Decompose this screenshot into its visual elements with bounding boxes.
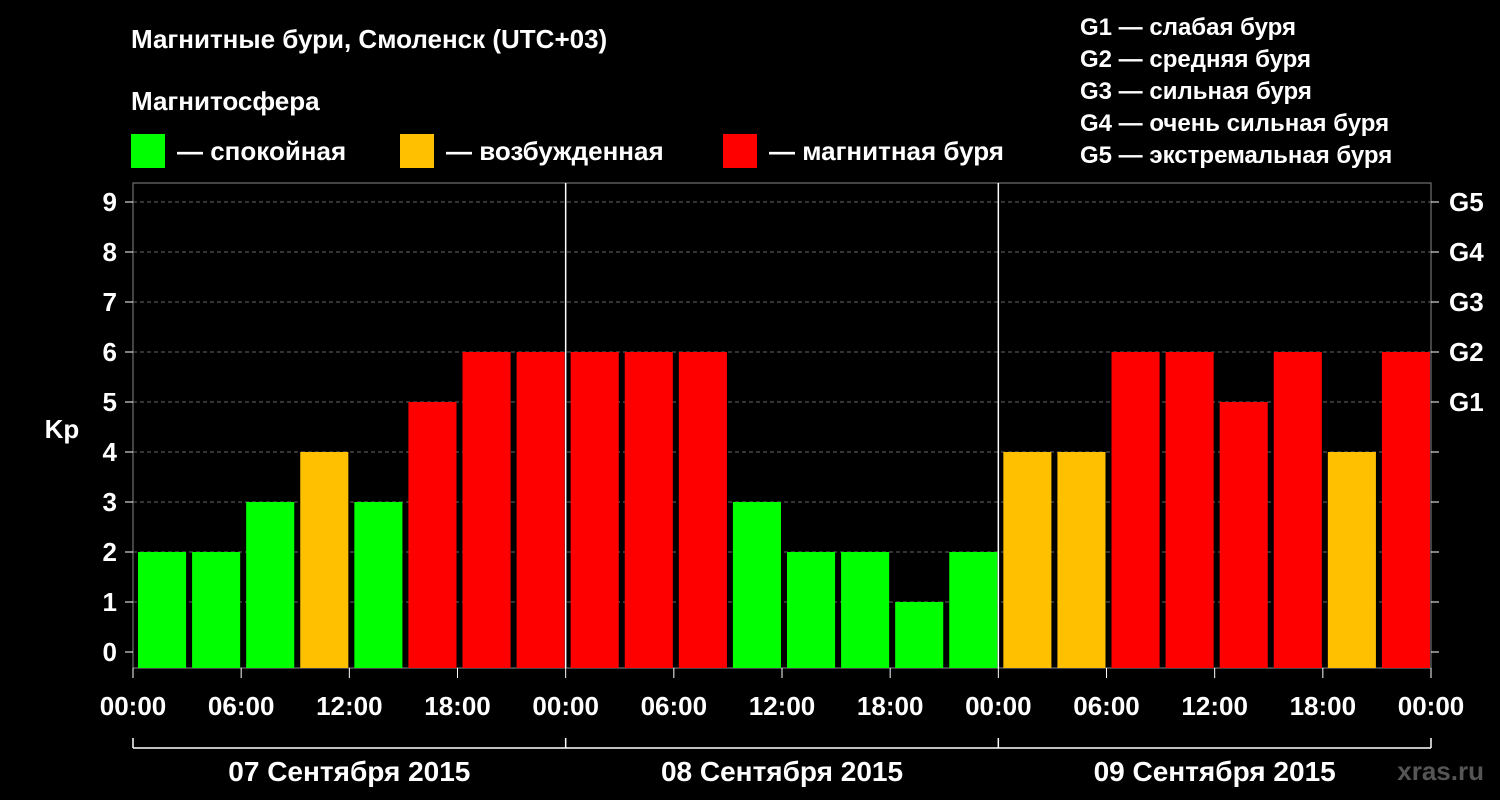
g-tick-label: G1 — [1449, 387, 1484, 417]
x-tick-label: 06:00 — [641, 691, 708, 721]
x-tick-label: 12:00 — [749, 691, 816, 721]
kp-bar — [408, 402, 457, 668]
kp-bar-chart: 0 1 2 3 4 5 6 7 8 9 G1 G2 G3 G4 G5 Kp 00:00 06:00 12:00 18:… — [45, 182, 1484, 787]
x-tick-label: 00:00 — [965, 691, 1032, 721]
kp-bar — [1003, 452, 1052, 668]
x-tick-label: 18:00 — [857, 691, 924, 721]
x-tick-label: 12:00 — [1181, 691, 1248, 721]
x-tick-label: 00:00 — [532, 691, 599, 721]
kp-bar — [841, 552, 890, 668]
g-tick-label: G5 — [1449, 187, 1484, 217]
y-tick-label: 0 — [103, 637, 117, 667]
y-tick-label: 9 — [103, 187, 117, 217]
g-tick-label: G2 — [1449, 337, 1484, 367]
x-tick-label: 00:00 — [100, 691, 167, 721]
kp-bar — [192, 552, 241, 668]
y-tick-label: 6 — [103, 337, 117, 367]
kp-bar — [895, 602, 944, 668]
kp-bar — [1165, 352, 1214, 668]
y-tick-label: 3 — [103, 487, 117, 517]
y-tick-label: 5 — [103, 387, 117, 417]
day-label: 07 Сентября 2015 — [228, 756, 470, 787]
kp-bar — [1057, 452, 1106, 668]
kp-bar — [1381, 352, 1430, 668]
kp-bar — [787, 552, 836, 668]
kp-bar — [1273, 352, 1322, 668]
day-label: 09 Сентября 2015 — [1094, 756, 1336, 787]
x-tick-label: 00:00 — [1398, 691, 1465, 721]
kp-bar — [1111, 352, 1160, 668]
x-tick-label: 06:00 — [208, 691, 275, 721]
y-tick-label: 8 — [103, 237, 117, 267]
y-tick-label: 2 — [103, 537, 117, 567]
watermark: xras.ru — [1397, 756, 1484, 786]
kp-bar — [462, 352, 511, 668]
kp-bar — [246, 502, 295, 668]
x-tick-label: 18:00 — [1290, 691, 1357, 721]
y-axis-label: Kp — [45, 414, 80, 444]
kp-bar — [300, 452, 349, 668]
kp-bar — [624, 352, 673, 668]
day-label: 08 Сентября 2015 — [661, 756, 903, 787]
kp-bar — [1327, 452, 1376, 668]
kp-bar — [138, 552, 187, 668]
kp-bar — [1219, 402, 1268, 668]
kp-bar — [949, 552, 998, 668]
kp-bar — [732, 502, 781, 668]
kp-bar — [570, 352, 619, 668]
kp-bar — [354, 502, 403, 668]
kp-bar — [516, 352, 565, 668]
y-tick-label: 7 — [103, 287, 117, 317]
x-tick-label: 18:00 — [424, 691, 491, 721]
kp-bar — [678, 352, 727, 668]
g-tick-label: G3 — [1449, 287, 1484, 317]
x-tick-label: 12:00 — [316, 691, 383, 721]
y-tick-label: 1 — [103, 587, 117, 617]
g-tick-label: G4 — [1449, 237, 1484, 267]
y-tick-label: 4 — [103, 437, 118, 467]
x-tick-label: 06:00 — [1073, 691, 1140, 721]
